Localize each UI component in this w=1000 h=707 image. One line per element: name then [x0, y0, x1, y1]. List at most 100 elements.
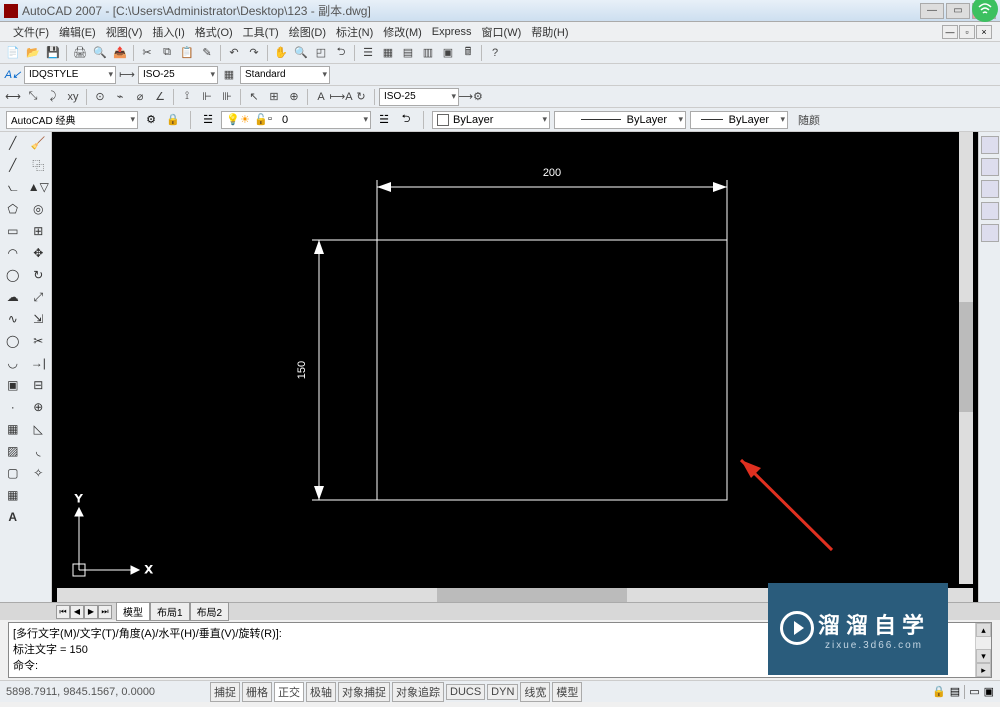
line-icon[interactable]: ╱ [0, 132, 26, 154]
fillet-icon[interactable]: ◟ [26, 440, 52, 462]
tab-layout2[interactable]: 布局2 [190, 602, 230, 621]
minimize-button[interactable]: — [920, 3, 944, 19]
region-icon[interactable]: ▢ [0, 462, 26, 484]
dim-jogged-icon[interactable]: ⌁ [111, 88, 129, 106]
properties-icon[interactable]: ☰ [359, 44, 377, 62]
mode-ortho[interactable]: 正交 [274, 682, 304, 702]
zoom-realtime-icon[interactable]: 🔍 [292, 44, 310, 62]
dim-tolerance-icon[interactable]: ⊞ [265, 88, 283, 106]
tab-model[interactable]: 模型 [116, 602, 150, 621]
maximize-button[interactable]: ▭ [946, 3, 970, 19]
dim-diameter-icon[interactable]: ⌀ [131, 88, 149, 106]
design-center-icon[interactable]: ▦ [379, 44, 397, 62]
drawing-canvas[interactable]: 200 150 X Y [52, 132, 978, 602]
menu-view[interactable]: 视图(V) [101, 24, 148, 40]
revcloud-icon[interactable]: ☁ [0, 286, 26, 308]
layer-states-icon[interactable]: ☱ [375, 111, 393, 129]
cut-icon[interactable]: ✂ [138, 44, 156, 62]
undo-icon[interactable]: ↶ [225, 44, 243, 62]
tab-prev-button[interactable]: ◀ [70, 605, 84, 619]
rotate-icon[interactable]: ↻ [26, 264, 52, 286]
redo-icon[interactable]: ↷ [245, 44, 263, 62]
new-icon[interactable]: 📄 [4, 44, 22, 62]
mode-grid[interactable]: 栅格 [242, 682, 272, 702]
rectangle-icon[interactable]: ▭ [0, 220, 26, 242]
dim-style-combo[interactable]: ISO-25 [138, 66, 218, 84]
palette-btn-2[interactable] [981, 158, 999, 176]
move-icon[interactable]: ✥ [26, 242, 52, 264]
mode-model[interactable]: 模型 [552, 682, 582, 702]
layer-manager-icon[interactable]: ☱ [199, 111, 217, 129]
markup-icon[interactable]: ▣ [439, 44, 457, 62]
scroll-down-icon[interactable]: ▾ [976, 649, 991, 663]
chamfer-icon[interactable]: ◺ [26, 418, 52, 440]
tab-last-button[interactable]: ⏭ [98, 605, 112, 619]
status-lock-icon[interactable]: 🔒 [932, 685, 946, 698]
dim-linear-icon[interactable]: ⟷ [4, 88, 22, 106]
linetype-combo[interactable]: ByLayer [554, 111, 686, 129]
dim-leader-icon[interactable]: ↖ [245, 88, 263, 106]
pan-icon[interactable]: ✋ [272, 44, 290, 62]
menu-help[interactable]: 帮助(H) [526, 24, 573, 40]
spline-icon[interactable]: ∿ [0, 308, 26, 330]
toolbar-lock-icon[interactable]: 🔒 [164, 111, 182, 129]
doc-restore-button[interactable]: ▫ [959, 25, 975, 39]
status-tray-icon[interactable]: ▭ [969, 685, 979, 698]
dim-baseline-icon[interactable]: ⊩ [198, 88, 216, 106]
ellipse-icon[interactable]: ◯ [0, 330, 26, 352]
text-style-combo[interactable]: IDQSTYLE [24, 66, 116, 84]
menu-tools[interactable]: 工具(T) [238, 24, 284, 40]
tab-next-button[interactable]: ▶ [84, 605, 98, 619]
mode-osnap[interactable]: 对象捕捉 [338, 682, 390, 702]
menu-draw[interactable]: 绘图(D) [284, 24, 331, 40]
palette-btn-5[interactable] [981, 224, 999, 242]
dim-update-icon[interactable]: ↻ [352, 88, 370, 106]
print-icon[interactable]: 🖨 [71, 44, 89, 62]
offset-icon[interactable]: ◎ [26, 198, 52, 220]
mtext-icon[interactable]: A [0, 506, 26, 528]
extend-icon[interactable]: →| [26, 352, 52, 374]
hatch-icon[interactable]: ▦ [0, 418, 26, 440]
join-icon[interactable]: ⊕ [26, 396, 52, 418]
mode-otrack[interactable]: 对象追踪 [392, 682, 444, 702]
dim-radius-icon[interactable]: ⊙ [91, 88, 109, 106]
status-cleanscreen-icon[interactable]: ▣ [984, 685, 994, 698]
dim-aligned-icon[interactable]: ⤡ [24, 88, 42, 106]
trim-icon[interactable]: ✂ [26, 330, 52, 352]
xline-icon[interactable]: ╱ [0, 154, 26, 176]
menu-insert[interactable]: 插入(I) [147, 24, 189, 40]
gradient-icon[interactable]: ▨ [0, 440, 26, 462]
scroll-right-icon[interactable]: ▸ [976, 663, 991, 677]
coordinates-display[interactable]: 5898.7911, 9845.1567, 0.0000 [6, 686, 196, 698]
table-style-icon[interactable]: ▦ [220, 66, 238, 84]
menu-modify[interactable]: 修改(M) [378, 24, 427, 40]
point-icon[interactable]: · [0, 396, 26, 418]
copy-obj-icon[interactable]: ⿻ [26, 154, 52, 176]
scroll-up-icon[interactable]: ▴ [976, 623, 991, 637]
arc-icon[interactable]: ◠ [0, 242, 26, 264]
dim-style-select[interactable]: ISO-25 [379, 88, 459, 106]
dim-text-edit-icon[interactable]: ⟼A [332, 88, 350, 106]
dim-edit-icon[interactable]: A [312, 88, 330, 106]
mode-ducs[interactable]: DUCS [446, 684, 485, 700]
status-annotation-icon[interactable]: ▤ [950, 685, 960, 698]
menu-edit[interactable]: 编辑(E) [54, 24, 101, 40]
open-icon[interactable]: 📂 [24, 44, 42, 62]
paste-icon[interactable]: 📋 [178, 44, 196, 62]
table-style-combo[interactable]: Standard [240, 66, 330, 84]
dim-style-icon[interactable]: ⟼ [118, 66, 136, 84]
erase-icon[interactable]: 🧹 [26, 132, 52, 154]
dim-center-icon[interactable]: ⊕ [285, 88, 303, 106]
explode-icon[interactable]: ✧ [26, 462, 52, 484]
block-icon[interactable]: ▣ [0, 374, 26, 396]
stretch-icon[interactable]: ⇲ [26, 308, 52, 330]
zoom-window-icon[interactable]: ◰ [312, 44, 330, 62]
dim-style-manager-icon[interactable]: ⟼⚙ [461, 88, 479, 106]
workspace-combo[interactable]: AutoCAD 经典 [6, 111, 138, 129]
tool-palette-icon[interactable]: ▤ [399, 44, 417, 62]
zoom-prev-icon[interactable]: ⮌ [332, 44, 350, 62]
lineweight-combo[interactable]: ByLayer [690, 111, 788, 129]
workspace-settings-icon[interactable]: ⚙ [142, 111, 160, 129]
sheet-set-icon[interactable]: ▥ [419, 44, 437, 62]
scale-icon[interactable]: ⤢ [26, 286, 52, 308]
